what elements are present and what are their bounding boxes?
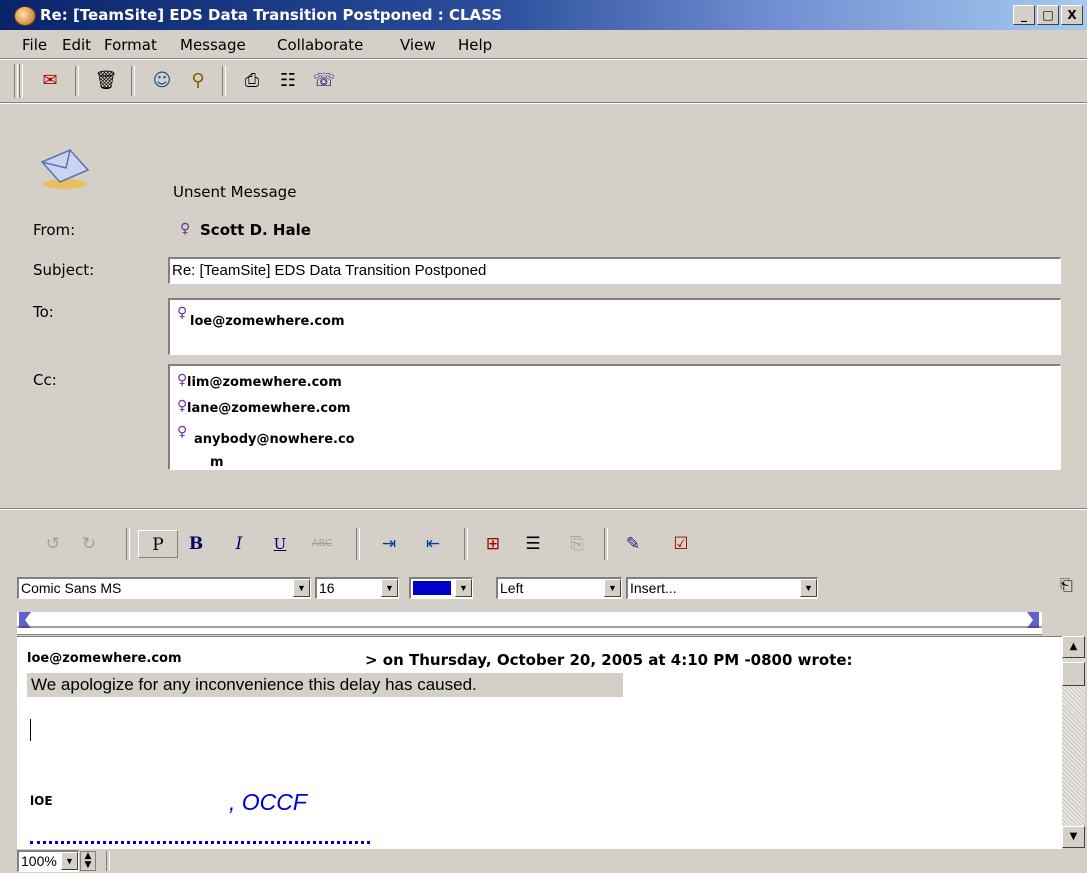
chevron-down-icon[interactable]: ▼ <box>455 579 472 597</box>
message-status: Unsent Message <box>173 183 297 201</box>
maximize-button[interactable]: □ <box>1037 5 1059 25</box>
subject-label: Subject: <box>33 261 95 279</box>
align-select[interactable]: Left ▼ <box>496 577 622 599</box>
cc-recipient[interactable]: lim@zomewhere.com <box>187 375 342 390</box>
title-bar[interactable]: Re: [TeamSite] EDS Data Transition Postp… <box>0 0 1087 30</box>
quoted-text: We apologize for any inconvenience this … <box>27 673 623 697</box>
signature-name: lOE <box>30 794 53 808</box>
address-book-icon[interactable]: ☺ <box>150 69 174 93</box>
subject-value: Re: [TeamSite] EDS Data Transition Postp… <box>172 262 487 279</box>
send-icon[interactable]: ✉ <box>38 69 62 93</box>
divider <box>0 58 1087 60</box>
signature-org: , OCCF <box>229 789 307 815</box>
check-names-icon[interactable]: ⚲ <box>186 69 210 93</box>
font-select[interactable]: Comic Sans MS ▼ <box>17 577 311 599</box>
insert-value: Insert... <box>630 580 677 596</box>
window-title: Re: [TeamSite] EDS Data Transition Postp… <box>40 6 503 24</box>
from-value: Scott D. Hale <box>200 221 311 239</box>
vertical-scrollbar[interactable]: ▲ ▼ <box>1062 636 1085 848</box>
scroll-up-button[interactable]: ▲ <box>1062 636 1085 658</box>
paragraph-button[interactable]: P <box>138 530 178 558</box>
app-icon <box>14 6 36 26</box>
chevron-down-icon[interactable]: ▼ <box>293 579 310 597</box>
redo-icon[interactable]: ↻ <box>76 530 102 558</box>
menu-format[interactable]: Format <box>104 36 157 54</box>
chevron-down-icon[interactable]: ▼ <box>604 579 621 597</box>
link-icon[interactable]: ⎘ <box>562 530 592 558</box>
chevron-down-icon[interactable]: ▼ <box>381 579 398 597</box>
indent-icon[interactable]: ⇥ <box>372 530 406 558</box>
bold-button[interactable]: B <box>184 530 208 558</box>
checkbox-icon[interactable]: ☑ <box>666 530 696 558</box>
phone-icon[interactable]: ☏ <box>312 69 336 93</box>
list-icon[interactable]: ☰ <box>518 530 548 558</box>
to-field[interactable]: ♀ loe@zomewhere.com <box>168 298 1061 355</box>
envelope-icon <box>36 148 94 189</box>
spellcheck-icon[interactable]: ✎ <box>618 530 648 558</box>
zoom-select[interactable]: 100% ▼ <box>17 850 79 872</box>
size-value: 16 <box>319 580 335 596</box>
person-icon: ♀ <box>177 305 188 321</box>
chevron-down-icon[interactable]: ▼ <box>61 852 78 870</box>
zoom-value: 100% <box>21 853 57 869</box>
menu-help[interactable]: Help <box>458 36 492 54</box>
scroll-thumb[interactable] <box>1062 662 1085 686</box>
status-bar: 100% ▼ ▲ ▼ <box>0 849 1087 873</box>
menu-bar: File Edit Format Message Collaborate Vie… <box>0 32 1087 56</box>
detach-icon[interactable]: ⎗ <box>1060 575 1073 595</box>
align-value: Left <box>500 580 524 596</box>
menu-view[interactable]: View <box>400 36 436 54</box>
to-recipient[interactable]: loe@zomewhere.com <box>190 314 345 329</box>
cc-recipient[interactable]: anybody@nowhere.co <box>194 432 355 447</box>
attach-icon[interactable]: ⎙ <box>240 69 264 93</box>
font-value: Comic Sans MS <box>21 580 122 596</box>
underline-button[interactable]: U <box>268 530 292 558</box>
size-select[interactable]: 16 ▼ <box>315 577 399 599</box>
options-icon[interactable]: ☷ <box>276 69 300 93</box>
zoom-stepper[interactable]: ▲ ▼ <box>80 851 96 871</box>
subject-field[interactable]: Re: [TeamSite] EDS Data Transition Postp… <box>168 257 1061 284</box>
color-swatch <box>413 581 451 595</box>
outdent-icon[interactable]: ⇤ <box>416 530 450 558</box>
table-icon[interactable]: ⊞ <box>476 530 510 558</box>
menu-file[interactable]: File <box>22 36 47 54</box>
cc-field[interactable]: ♀ lim@zomewhere.com ♀ lane@zomewhere.com… <box>168 364 1061 470</box>
cc-recipient-wrap: m <box>210 455 224 470</box>
insert-select[interactable]: Insert... ▼ <box>626 577 818 599</box>
signature-cutoff <box>30 837 370 849</box>
person-icon: ♀ <box>177 398 188 414</box>
italic-button[interactable]: I <box>227 530 251 558</box>
ruler[interactable] <box>17 612 1042 635</box>
cc-label: Cc: <box>33 371 57 389</box>
strikethrough-button[interactable]: ABC <box>302 530 342 558</box>
minimize-button[interactable]: _ <box>1013 5 1035 25</box>
cc-recipient[interactable]: lane@zomewhere.com <box>187 401 351 416</box>
quote-sender: loe@zomewhere.com <box>27 651 182 666</box>
person-icon: ♀ <box>177 424 188 440</box>
from-label: From: <box>33 221 76 239</box>
scroll-down-button[interactable]: ▼ <box>1062 826 1085 848</box>
quote-header: > on Thursday, October 20, 2005 at 4:10 … <box>365 651 853 669</box>
chevron-down-icon[interactable]: ▼ <box>800 579 817 597</box>
to-label: To: <box>33 303 54 321</box>
undo-icon[interactable]: ↺ <box>40 530 66 558</box>
trash-icon[interactable]: 🗑 <box>94 69 118 93</box>
close-button[interactable]: X <box>1061 5 1083 25</box>
person-icon: ♀ <box>180 221 191 237</box>
menu-message[interactable]: Message <box>180 36 246 54</box>
message-body[interactable]: loe@zomewhere.com > on Thursday, October… <box>17 636 1062 849</box>
text-cursor <box>30 719 31 741</box>
color-select[interactable]: ▼ <box>409 577 473 599</box>
menu-collaborate[interactable]: Collaborate <box>277 36 363 54</box>
person-icon: ♀ <box>177 372 188 388</box>
menu-edit[interactable]: Edit <box>62 36 91 54</box>
